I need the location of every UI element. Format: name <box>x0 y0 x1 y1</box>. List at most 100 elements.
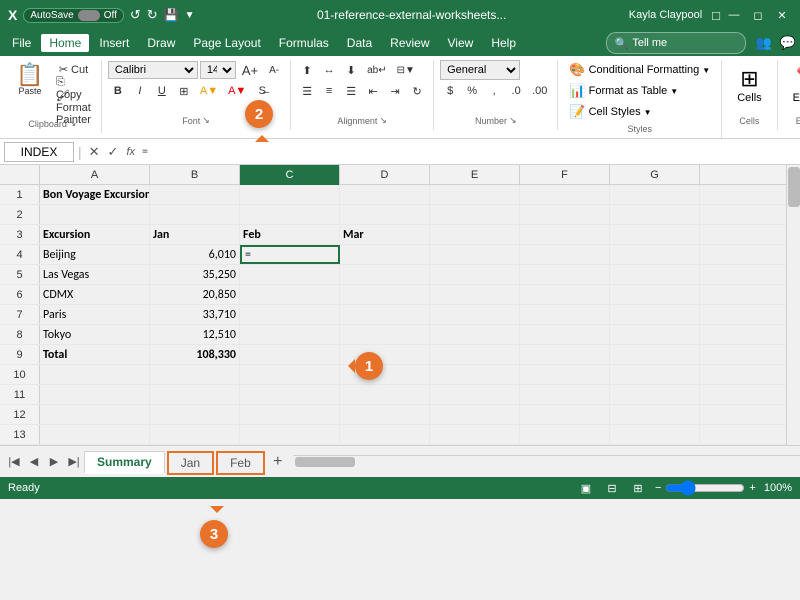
cell-c5[interactable] <box>240 265 340 284</box>
name-box[interactable] <box>4 142 74 162</box>
font-expand-icon[interactable]: ↘ <box>202 115 210 126</box>
close-btn[interactable]: ✕ <box>772 5 792 25</box>
menu-view[interactable]: View <box>440 34 482 52</box>
cell-d6[interactable] <box>340 285 430 304</box>
cell-g11[interactable] <box>610 385 700 404</box>
cell-b12[interactable] <box>150 405 240 424</box>
zoom-slider[interactable]: − + <box>655 480 756 496</box>
confirm-formula-btn[interactable]: ✓ <box>105 144 122 160</box>
zoom-out-btn[interactable]: − <box>655 482 661 494</box>
cell-g13[interactable] <box>610 425 700 444</box>
save-icon[interactable]: 💾 <box>164 8 179 22</box>
cell-b13[interactable] <box>150 425 240 444</box>
format-as-table-btn[interactable]: 📊 Format as Table ▼ <box>564 81 715 101</box>
cell-b6[interactable]: 20,850 <box>150 285 240 304</box>
insert-function-btn[interactable]: fx <box>123 146 138 158</box>
sheet-nav-next[interactable]: ▶ <box>44 452 64 472</box>
cell-c10[interactable] <box>240 365 340 384</box>
cell-a2[interactable] <box>40 205 150 224</box>
sheet-tab-jan[interactable]: Jan <box>167 451 214 475</box>
cell-g10[interactable] <box>610 365 700 384</box>
cell-f1[interactable] <box>520 185 610 204</box>
comma-btn[interactable]: , <box>484 82 504 100</box>
cell-styles-btn[interactable]: 📝 Cell Styles ▼ <box>564 102 715 122</box>
cell-e4[interactable] <box>430 245 520 264</box>
cell-b3[interactable]: Jan <box>150 225 240 244</box>
row-num-5[interactable]: 5 <box>0 265 40 284</box>
cell-e6[interactable] <box>430 285 520 304</box>
cell-a3[interactable]: Excursion <box>40 225 150 244</box>
minimize-btn[interactable]: — <box>724 5 744 25</box>
row-num-12[interactable]: 12 <box>0 405 40 424</box>
cell-a9[interactable]: Total <box>40 345 150 364</box>
zoom-range[interactable] <box>665 480 745 496</box>
cell-e7[interactable] <box>430 305 520 324</box>
cell-c1[interactable] <box>240 185 340 204</box>
format-painter-btn[interactable]: 🖌 Format Painter <box>52 98 95 116</box>
cell-a5[interactable]: Las Vegas <box>40 265 150 284</box>
cell-c11[interactable] <box>240 385 340 404</box>
cancel-formula-btn[interactable]: ✕ <box>86 144 103 160</box>
cell-f2[interactable] <box>520 205 610 224</box>
border-btn[interactable]: ⊞ <box>174 82 194 100</box>
decrease-font-btn[interactable]: A- <box>264 61 284 79</box>
cell-g6[interactable] <box>610 285 700 304</box>
cell-d2[interactable] <box>340 205 430 224</box>
decrease-decimal-btn[interactable]: .0 <box>506 82 526 100</box>
cell-c9[interactable] <box>240 345 340 364</box>
wrap-text-btn[interactable]: ab↵ <box>363 61 391 79</box>
cell-c2[interactable] <box>240 205 340 224</box>
menu-home[interactable]: Home <box>41 34 89 52</box>
cell-f7[interactable] <box>520 305 610 324</box>
cell-b2[interactable] <box>150 205 240 224</box>
align-bottom-btn[interactable]: ⬇ <box>341 61 361 79</box>
cell-d13[interactable] <box>340 425 430 444</box>
percent-btn[interactable]: % <box>462 82 482 100</box>
cell-b4[interactable]: 6,010 <box>150 245 240 264</box>
increase-indent-btn[interactable]: ⇥ <box>385 82 405 100</box>
cell-a1[interactable]: Bon Voyage Excursions <box>40 185 150 204</box>
col-header-e[interactable]: E <box>430 165 520 185</box>
col-header-b[interactable]: B <box>150 165 240 185</box>
cell-e5[interactable] <box>430 265 520 284</box>
cell-g2[interactable] <box>610 205 700 224</box>
sheet-nav-last[interactable]: ▶| <box>64 452 84 472</box>
cell-g8[interactable] <box>610 325 700 344</box>
row-num-9[interactable]: 9 <box>0 345 40 364</box>
redo-btn[interactable]: ↻ <box>147 7 158 23</box>
cell-c3[interactable]: Feb <box>240 225 340 244</box>
menu-review[interactable]: Review <box>382 34 437 52</box>
formula-input[interactable] <box>142 142 796 162</box>
fill-color-btn[interactable]: A▼ <box>196 82 222 100</box>
align-left-btn[interactable]: ☰ <box>297 82 317 100</box>
menu-help[interactable]: Help <box>483 34 524 52</box>
menu-insert[interactable]: Insert <box>91 34 137 52</box>
menu-draw[interactable]: Draw <box>139 34 183 52</box>
undo-btn[interactable]: ↺ <box>130 7 141 23</box>
cell-g7[interactable] <box>610 305 700 324</box>
vertical-scrollbar[interactable] <box>786 165 800 445</box>
align-top-btn[interactable]: ⬆ <box>297 61 317 79</box>
cell-a8[interactable]: Tokyo <box>40 325 150 344</box>
scroll-thumb[interactable] <box>788 167 800 207</box>
row-num-7[interactable]: 7 <box>0 305 40 324</box>
menu-data[interactable]: Data <box>339 34 380 52</box>
col-header-a[interactable]: A <box>40 165 150 185</box>
cell-e10[interactable] <box>430 365 520 384</box>
conditional-formatting-btn[interactable]: 🎨 Conditional Formatting ▼ <box>564 60 715 80</box>
cell-e1[interactable] <box>430 185 520 204</box>
align-center-btn[interactable]: ≡ <box>319 82 339 100</box>
cell-a6[interactable]: CDMX <box>40 285 150 304</box>
italic-btn[interactable]: I <box>130 82 150 100</box>
paste-btn[interactable]: 📋 Paste <box>12 62 48 98</box>
row-num-1[interactable]: 1 <box>0 185 40 204</box>
cell-d8[interactable] <box>340 325 430 344</box>
cell-b10[interactable] <box>150 365 240 384</box>
cell-f4[interactable] <box>520 245 610 264</box>
menu-page-layout[interactable]: Page Layout <box>185 34 268 52</box>
cell-f8[interactable] <box>520 325 610 344</box>
row-num-3[interactable]: 3 <box>0 225 40 244</box>
alignment-expand-icon[interactable]: ↘ <box>379 115 387 126</box>
currency-btn[interactable]: $ <box>440 82 460 100</box>
cell-a10[interactable] <box>40 365 150 384</box>
